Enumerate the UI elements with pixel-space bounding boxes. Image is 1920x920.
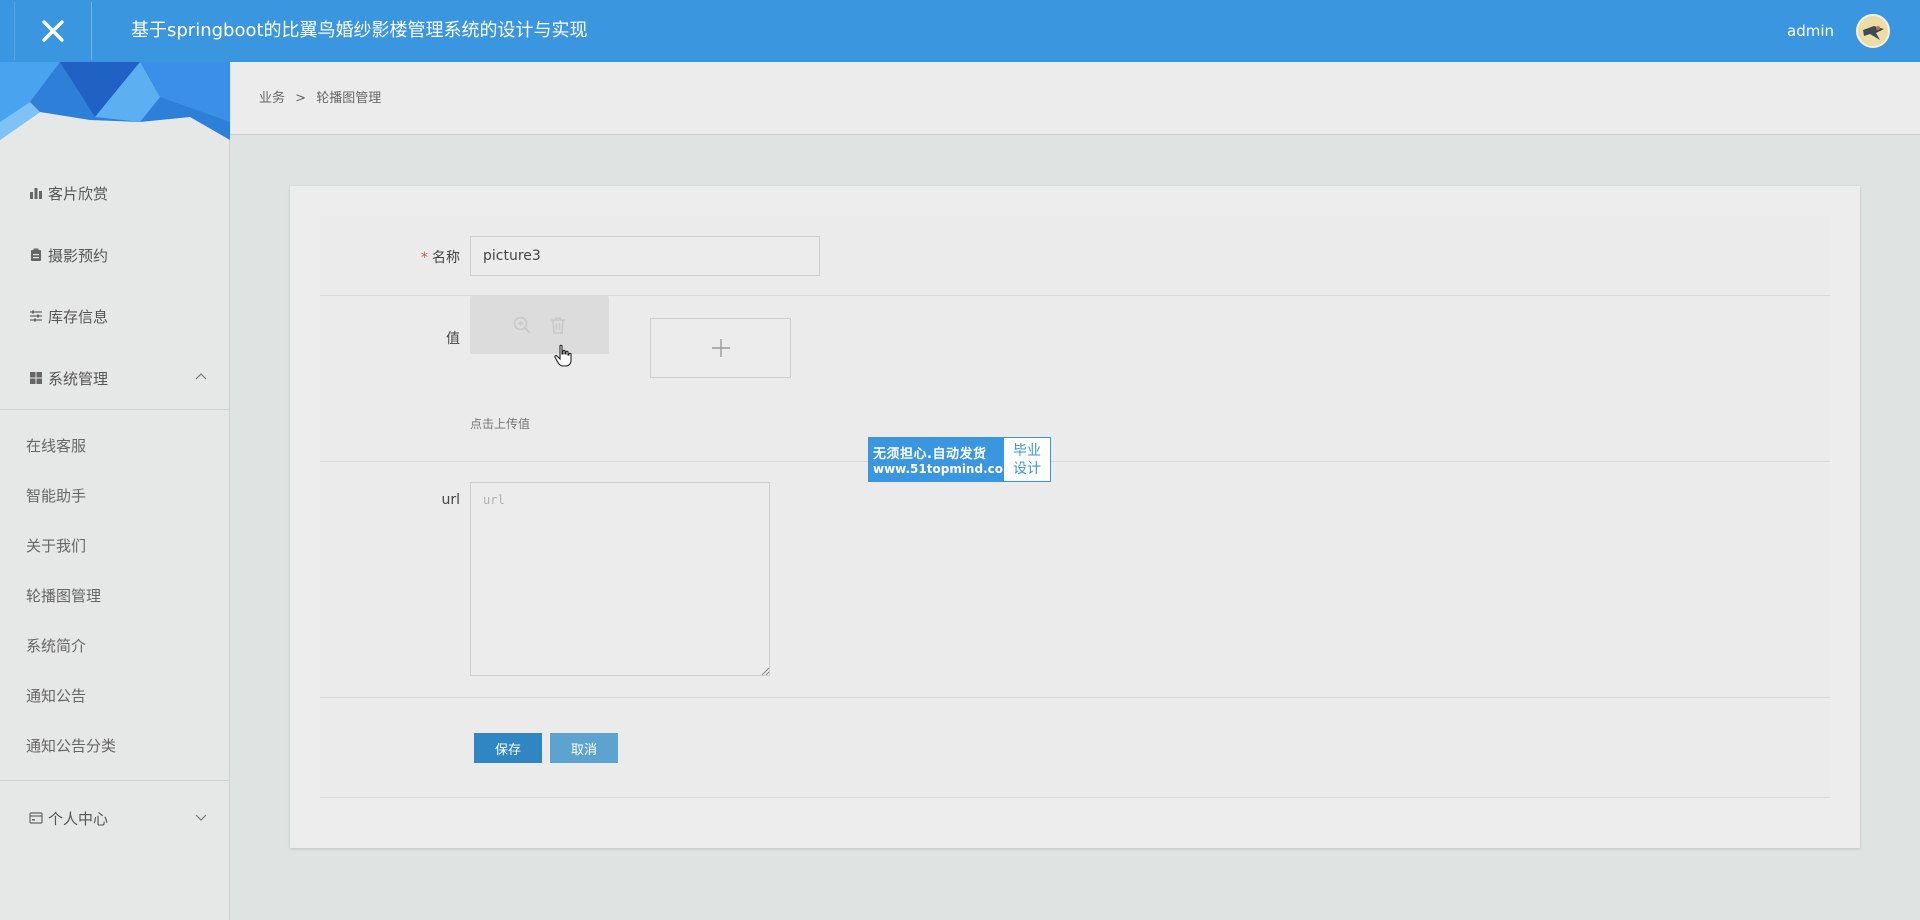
sidebar-item-notice[interactable]: 通知公告 <box>0 675 230 715</box>
clipboard-icon <box>28 247 44 263</box>
name-input[interactable]: picture3 <box>470 236 820 276</box>
plus-icon <box>711 339 730 357</box>
username[interactable]: admin <box>1787 0 1834 62</box>
card-icon <box>28 810 44 826</box>
sidebar-item-inventory[interactable]: 库存信息 <box>0 291 230 341</box>
form-row-value: 值 点击上传值 <box>320 296 1830 462</box>
sidebar-item-carousel[interactable]: 轮播图管理 <box>0 575 230 615</box>
sidebar-item-booking[interactable]: 摄影预约 <box>0 230 230 280</box>
form-card: *名称 picture3 值 点击上传值 url 保存 取消 <box>290 186 1860 848</box>
divider <box>0 780 230 781</box>
name-label: * 名称 <box>421 250 460 266</box>
top-header: 基于springboot的比翼鸟婚纱影楼管理系统的设计与实现 admin <box>0 0 1920 62</box>
bar-chart-icon <box>28 185 44 201</box>
sidebar-item-label: 客片欣赏 <box>48 184 109 203</box>
resize-handle-icon[interactable] <box>760 666 770 676</box>
uploaded-image-thumbnail[interactable] <box>470 296 609 354</box>
watermark-line2: www.51topmind.com <box>873 462 1016 476</box>
form-row-name: * 名称 picture3 <box>320 216 1830 296</box>
hand-cursor-icon <box>554 344 572 367</box>
sidebar-item-label: 库存信息 <box>48 307 109 326</box>
chevron-up-icon <box>195 373 207 380</box>
sidebar-item-online-service[interactable]: 在线客服 <box>0 425 230 465</box>
url-textarea[interactable] <box>470 482 770 676</box>
upload-button[interactable] <box>650 318 791 378</box>
sidebar: 客片欣赏 摄影预约 库存信息 系统管理 在线客服 智能助手 关于我们 轮播图管理… <box>0 62 230 920</box>
sidebar-item-gallery[interactable]: 客片欣赏 <box>0 168 230 218</box>
banner-decoration-icon <box>0 62 230 140</box>
zoom-in-icon[interactable] <box>512 315 532 335</box>
close-icon <box>42 20 64 42</box>
breadcrumb-separator: > <box>295 91 307 106</box>
divider <box>0 409 230 410</box>
sidebar-item-smart-assistant[interactable]: 智能助手 <box>0 475 230 515</box>
value-label: 值 <box>446 331 460 347</box>
grid-icon <box>28 370 44 386</box>
sidebar-item-system[interactable]: 系统管理 <box>0 353 230 403</box>
breadcrumb-bar: 业务 > 轮播图管理 <box>231 62 1920 135</box>
required-mark: * <box>421 250 428 266</box>
save-button[interactable]: 保存 <box>474 733 542 763</box>
url-label: url <box>441 492 460 508</box>
sidebar-item-label: 系统管理 <box>48 369 109 388</box>
chevron-down-icon <box>195 814 207 821</box>
breadcrumb-parent[interactable]: 业务 <box>259 91 285 106</box>
sidebar-item-label: 个人中心 <box>48 809 109 828</box>
form-row-url: url <box>320 462 1830 698</box>
sidebar-item-notice-category[interactable]: 通知公告分类 <box>0 725 230 765</box>
watermark-right2: 设计 <box>1013 460 1041 477</box>
watermark-line1: 无须担心.自动发货 <box>873 447 987 462</box>
sidebar-item-about-us[interactable]: 关于我们 <box>0 525 230 565</box>
sidebar-banner <box>0 62 230 140</box>
sidebar-item-system-intro[interactable]: 系统简介 <box>0 625 230 665</box>
watermark-right1: 毕业 <box>1013 442 1041 459</box>
upload-hint: 点击上传值 <box>470 417 531 431</box>
cancel-button[interactable]: 取消 <box>550 733 618 763</box>
watermark-badge: 无须担心.自动发货 www.51topmind.com 毕业 设计 <box>868 437 1051 482</box>
sidebar-item-personal-center[interactable]: 个人中心 <box>0 793 230 843</box>
sliders-icon <box>28 308 44 324</box>
breadcrumb: 业务 > 轮播图管理 <box>259 62 387 135</box>
close-sidebar-button[interactable] <box>14 2 92 60</box>
app-title: 基于springboot的比翼鸟婚纱影楼管理系统的设计与实现 <box>131 20 588 41</box>
avatar-image-icon <box>1858 16 1888 46</box>
sidebar-item-label: 摄影预约 <box>48 246 109 265</box>
delete-icon[interactable] <box>548 315 568 335</box>
form-row-actions: 保存 取消 <box>320 698 1830 798</box>
avatar[interactable] <box>1856 14 1890 48</box>
breadcrumb-current: 轮播图管理 <box>316 91 382 106</box>
